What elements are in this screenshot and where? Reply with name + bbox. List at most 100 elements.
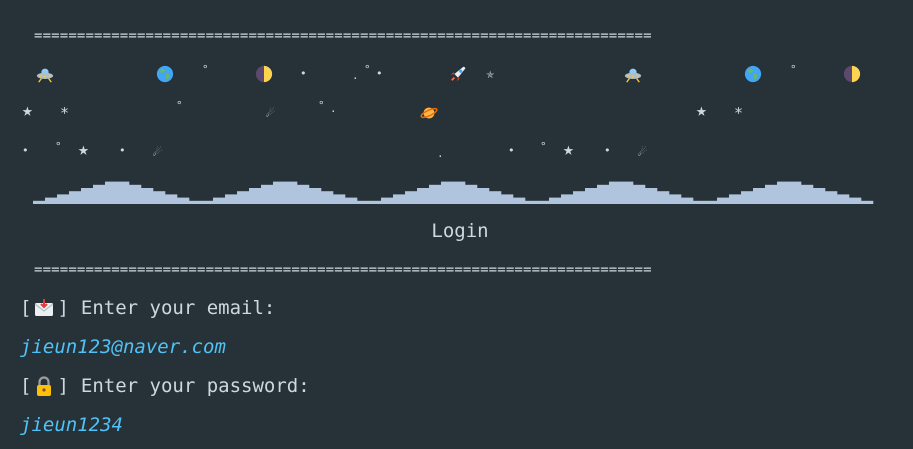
skyline-bar	[417, 188, 430, 204]
skyline-bar	[33, 200, 46, 204]
star-icon: ★	[78, 139, 89, 160]
email-input-value[interactable]: jieun123@naver.com	[20, 334, 226, 360]
skyline-bar	[345, 197, 358, 204]
dot-icon: .	[437, 147, 444, 160]
dot-icon: •	[508, 144, 515, 157]
skyline-bar	[117, 181, 130, 204]
skyline-bar	[525, 200, 538, 204]
skyline-bar	[609, 181, 622, 204]
skyline-bar	[261, 184, 274, 204]
skyline-bar	[537, 200, 550, 204]
space-decoration-row-2: ★ * ° ☄ ° · ★ *	[0, 99, 913, 128]
email-prompt-label: Enter your email:	[80, 297, 276, 319]
space-decoration-row-3: • ° ★ • ☄ . • ° ★ • ☄	[0, 139, 913, 167]
close-bracket: ]	[57, 375, 69, 397]
dot-icon: •	[22, 144, 29, 157]
star-icon: ★	[696, 100, 707, 121]
skyline-bar	[273, 181, 286, 204]
ufo-icon	[624, 68, 642, 83]
dot-icon: •	[604, 144, 611, 157]
skyline-bar	[765, 184, 778, 204]
skyline-bar	[225, 194, 238, 204]
skyline-bar	[141, 188, 154, 204]
planet-icon	[420, 107, 438, 119]
skyline-bar	[297, 184, 310, 204]
small-circle-icon: °	[364, 63, 371, 76]
open-bracket: [	[20, 297, 32, 319]
skyline-bar	[573, 191, 586, 204]
skyline-bar	[165, 194, 178, 204]
skyline-bar	[333, 194, 346, 204]
skyline-bar	[465, 184, 478, 204]
skyline-bar	[837, 194, 850, 204]
skyline-bar	[777, 181, 790, 204]
skyline-bar	[501, 194, 514, 204]
email-prompt: [ ] Enter your email:	[20, 295, 275, 321]
skyline-bar	[429, 184, 442, 204]
skyline-bar	[717, 197, 730, 204]
banner-rule-bottom: ========================================…	[34, 262, 652, 278]
star-icon: ★	[563, 139, 574, 160]
skyline-bar	[585, 188, 598, 204]
skyline-bar	[693, 200, 706, 204]
password-input-value[interactable]: jieun1234	[20, 412, 123, 438]
page-title: Login	[431, 220, 489, 242]
skyline-bar	[513, 197, 526, 204]
small-circle-icon: °	[176, 99, 183, 112]
skyline-bar	[849, 197, 862, 204]
skyline-bar	[153, 191, 166, 204]
skyline-bar	[105, 181, 118, 204]
small-circle-icon: °	[790, 63, 797, 76]
dot-icon: ·	[330, 105, 337, 118]
skyline-bar	[129, 184, 142, 204]
star-icon: *	[60, 104, 70, 122]
dot-icon: •	[300, 67, 307, 80]
password-prompt-label: Enter your password:	[80, 375, 310, 397]
skyline-bar	[93, 184, 106, 204]
envelope-icon	[35, 299, 54, 316]
skyline-bar	[729, 194, 742, 204]
skyline-bar	[69, 191, 82, 204]
skyline-bar	[369, 200, 382, 204]
lock-icon	[37, 376, 52, 396]
skyline-bar	[633, 184, 646, 204]
skyline-bar	[213, 197, 226, 204]
skyline-bar	[477, 188, 490, 204]
skyline-bar	[441, 181, 454, 204]
skyline-bar	[201, 200, 214, 204]
skyline-bar	[177, 197, 190, 204]
comet-icon: ☄	[266, 105, 275, 121]
moon-icon	[255, 65, 273, 83]
open-bracket: [	[20, 375, 32, 397]
skyline-bar	[405, 191, 418, 204]
earth-icon	[744, 65, 762, 83]
banner-rule-top: ========================================…	[34, 28, 652, 44]
skyline-bar	[321, 191, 334, 204]
skyline-bar	[813, 188, 826, 204]
skyline-bar	[645, 188, 658, 204]
skyline-bar	[309, 188, 322, 204]
skyline-bar	[57, 194, 70, 204]
comet-icon: ☄	[153, 144, 162, 160]
skyline-bar	[801, 184, 814, 204]
dot-icon: •	[376, 67, 383, 80]
small-circle-icon: °	[318, 99, 325, 112]
dot-icon: .	[352, 69, 359, 82]
small-circle-icon: °	[55, 140, 62, 153]
skyline-bar	[753, 188, 766, 204]
skyline-bar	[381, 197, 394, 204]
skyline-bar	[861, 200, 874, 204]
skyline-bar	[741, 191, 754, 204]
space-decoration-row-1: ° • . ° • ✯ °	[0, 63, 913, 90]
skyline-bar	[549, 197, 562, 204]
skyline-bar	[705, 200, 718, 204]
skyline-bar	[561, 194, 574, 204]
star-icon: ★	[22, 100, 33, 121]
skyline-bar	[45, 197, 58, 204]
star-icon: ✯	[486, 66, 495, 82]
skyline-bar	[489, 191, 502, 204]
skyline-bar	[621, 181, 634, 204]
moon-icon	[843, 65, 861, 83]
skyline-bar	[357, 200, 370, 204]
close-bracket: ]	[57, 297, 69, 319]
